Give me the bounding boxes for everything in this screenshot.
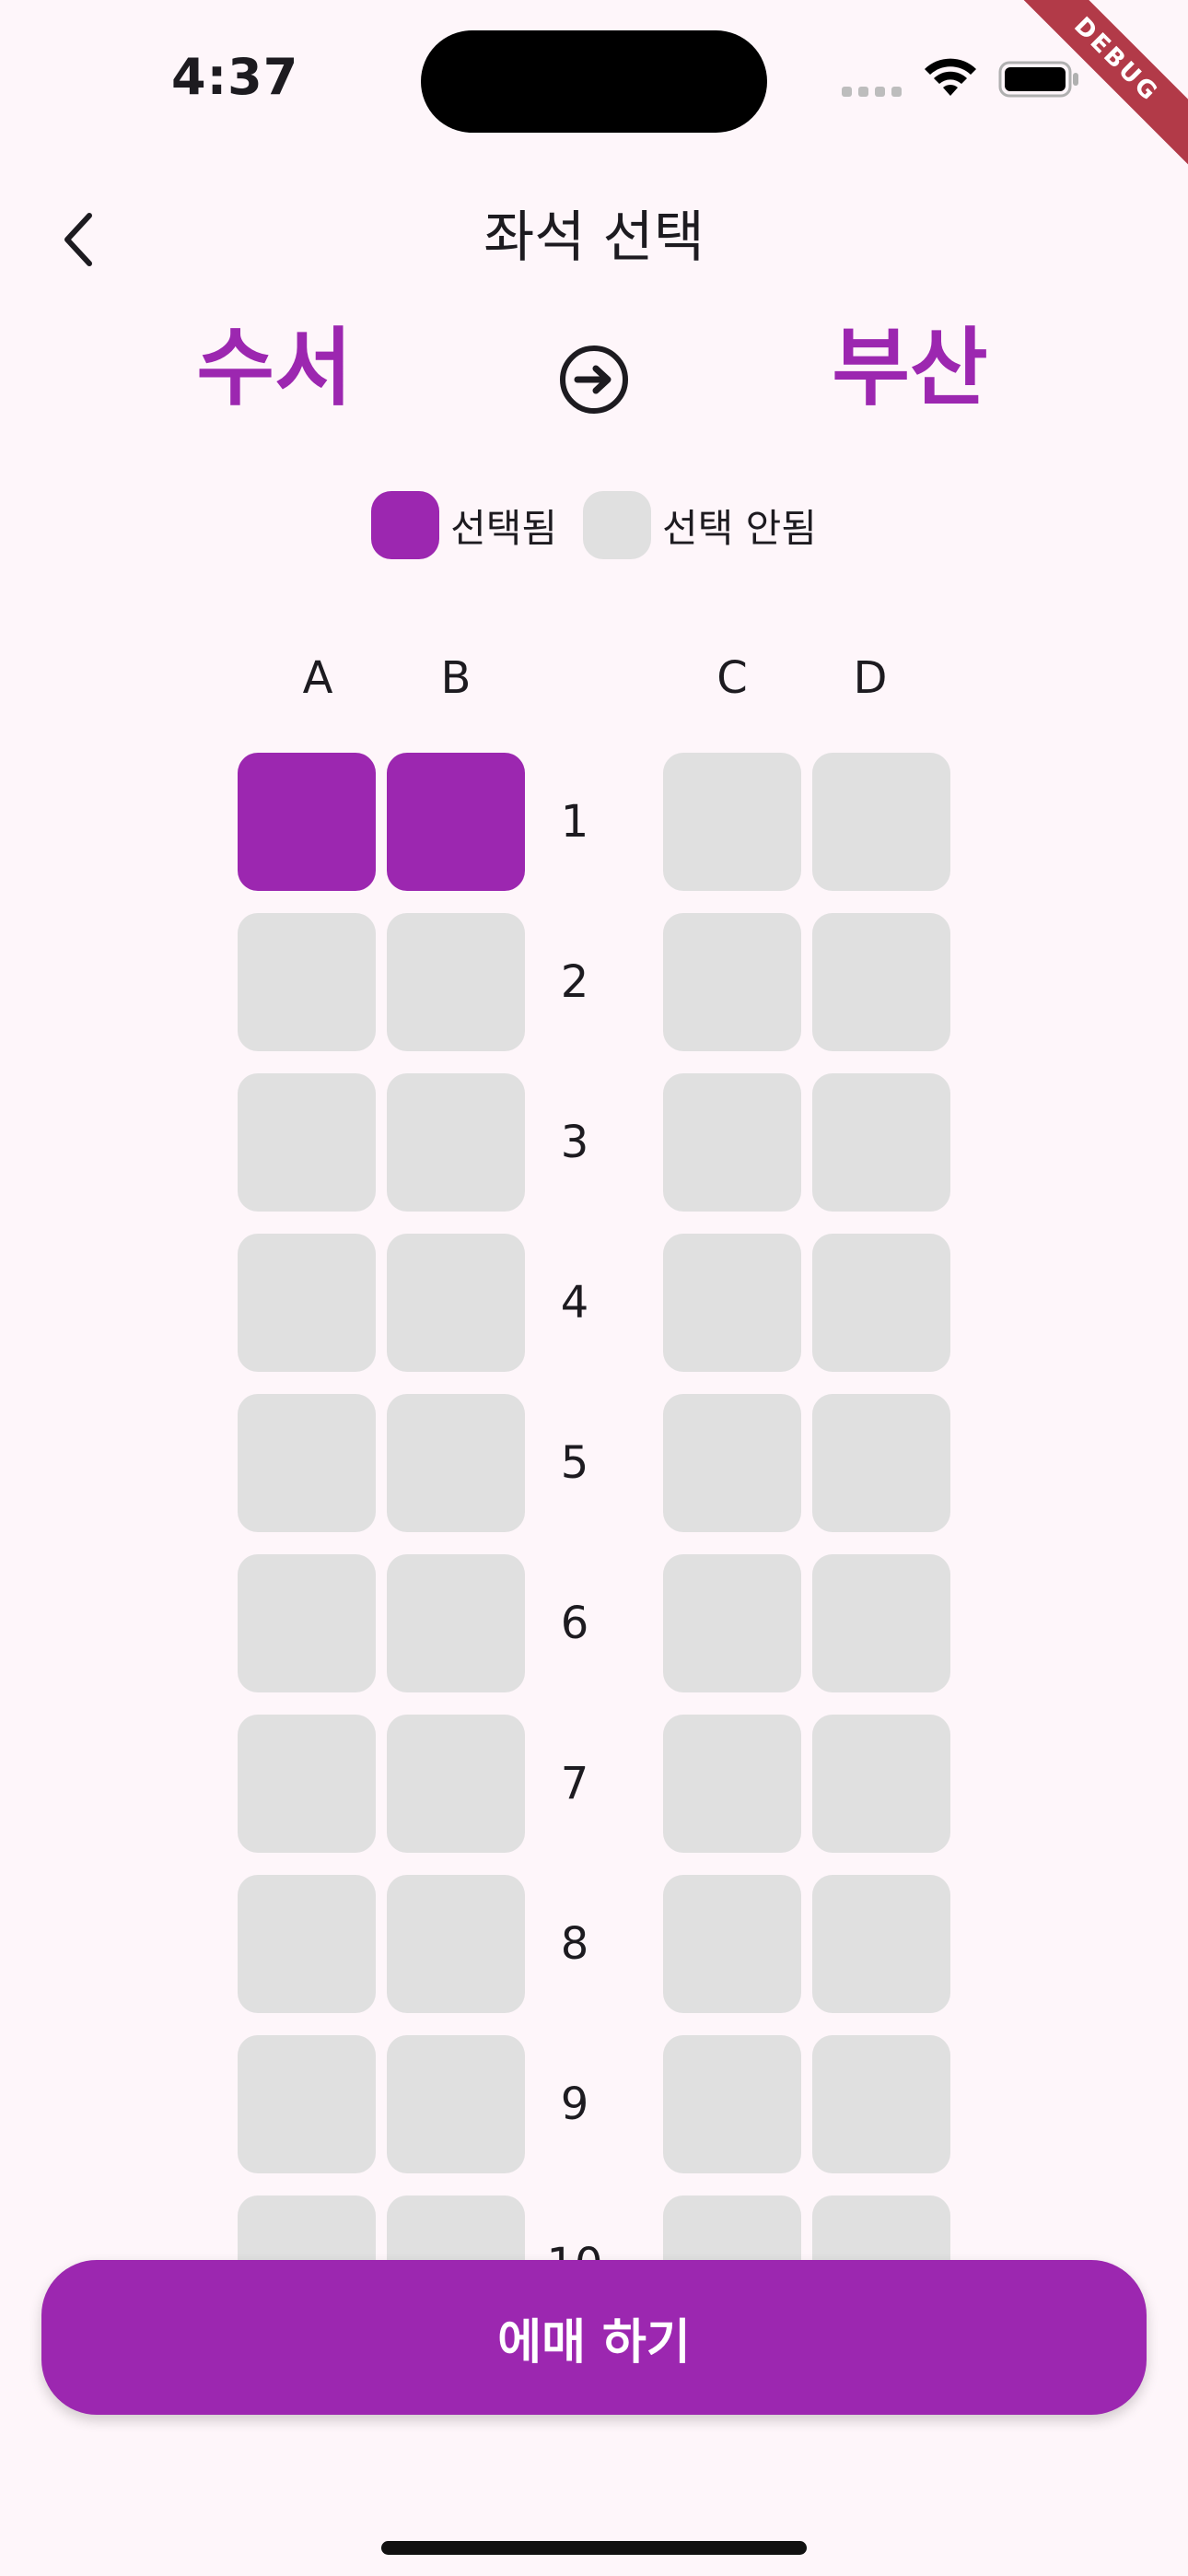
seat-9c[interactable] [663, 2035, 801, 2173]
seat-row: 6 [238, 1554, 974, 1692]
seat-7b[interactable] [387, 1715, 525, 1853]
seat-10c[interactable] [663, 2195, 801, 2266]
seat-8b[interactable] [387, 1875, 525, 2013]
seat-5b[interactable] [387, 1394, 525, 1532]
seat-row: 5 [238, 1394, 974, 1532]
seat-4c[interactable] [663, 1234, 801, 1372]
seat-row: 4 [238, 1234, 974, 1372]
seat-row: 1 [238, 753, 974, 891]
seat-6d[interactable] [812, 1554, 950, 1692]
seat-10d[interactable] [812, 2195, 950, 2266]
seat-2c[interactable] [663, 913, 801, 1051]
seat-1b[interactable] [387, 753, 525, 891]
seat-7c[interactable] [663, 1715, 801, 1853]
seat-row: 2 [238, 913, 974, 1051]
seat-10b[interactable] [387, 2195, 525, 2266]
seat-3b[interactable] [387, 1073, 525, 1212]
seat-8c[interactable] [663, 1875, 801, 2013]
column-header-b: B [440, 652, 472, 704]
seat-row: 10 [238, 2195, 974, 2266]
seat-map: A B C D 1 2 3 4 5 6 7 8 9 10 [0, 0, 1188, 2266]
seat-8d[interactable] [812, 1875, 950, 2013]
seat-3a[interactable] [238, 1073, 376, 1212]
seat-2b[interactable] [387, 913, 525, 1051]
seat-9b[interactable] [387, 2035, 525, 2173]
row-number: 5 [560, 1437, 589, 1489]
seat-7a[interactable] [238, 1715, 376, 1853]
seat-6a[interactable] [238, 1554, 376, 1692]
book-button[interactable]: 에매 하기 [41, 2260, 1147, 2415]
seat-5c[interactable] [663, 1394, 801, 1532]
row-number: 7 [560, 1758, 589, 1809]
row-number: 6 [560, 1598, 589, 1649]
seat-row: 7 [238, 1715, 974, 1853]
seat-3d[interactable] [812, 1073, 950, 1212]
seat-5d[interactable] [812, 1394, 950, 1532]
seat-4a[interactable] [238, 1234, 376, 1372]
seat-row: 8 [238, 1875, 974, 2013]
seat-6c[interactable] [663, 1554, 801, 1692]
seat-10a[interactable] [238, 2195, 376, 2266]
seat-row: 3 [238, 1073, 974, 1212]
seat-7d[interactable] [812, 1715, 950, 1853]
row-number: 2 [560, 956, 589, 1008]
seat-4d[interactable] [812, 1234, 950, 1372]
seat-1c[interactable] [663, 753, 801, 891]
seat-6b[interactable] [387, 1554, 525, 1692]
seat-5a[interactable] [238, 1394, 376, 1532]
seat-9d[interactable] [812, 2035, 950, 2173]
column-header-d: D [853, 652, 888, 704]
row-number: 3 [560, 1117, 589, 1168]
row-number: 9 [560, 2078, 589, 2130]
column-header-a: A [302, 652, 333, 704]
seat-2a[interactable] [238, 913, 376, 1051]
seat-4b[interactable] [387, 1234, 525, 1372]
home-indicator [381, 2541, 807, 2555]
seat-2d[interactable] [812, 913, 950, 1051]
seat-1d[interactable] [812, 753, 950, 891]
row-number: 1 [560, 796, 589, 848]
row-number: 10 [546, 2239, 603, 2266]
seat-1a[interactable] [238, 753, 376, 891]
seat-row: 9 [238, 2035, 974, 2173]
seat-selection-screen: 4:37 DEBUG 좌석 선택 수서 부산 선택됨 선택 안됨 A B C D… [0, 0, 1188, 2576]
seat-3c[interactable] [663, 1073, 801, 1212]
row-number: 8 [560, 1918, 589, 1970]
row-number: 4 [560, 1277, 589, 1329]
seat-9a[interactable] [238, 2035, 376, 2173]
seat-8a[interactable] [238, 1875, 376, 2013]
column-header-c: C [716, 652, 748, 704]
